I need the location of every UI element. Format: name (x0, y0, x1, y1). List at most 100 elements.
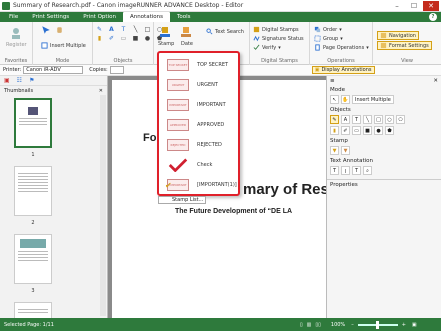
insert-multiple-button[interactable]: Insert Multiple (41, 42, 86, 49)
rectangle-tool-icon[interactable]: □ (374, 115, 383, 124)
eraser-tool-icon[interactable]: ▭ (352, 126, 361, 135)
hand-tool-icon[interactable]: ✋ (341, 95, 350, 104)
ellipse-tool-icon[interactable]: ○ (385, 115, 394, 124)
filled-ellipse-icon[interactable]: ● (144, 35, 151, 42)
thumbnails-icon[interactable]: ▣ (4, 77, 10, 84)
filled-ellipse-tool-icon[interactable]: ● (374, 126, 383, 135)
text-icon[interactable]: T (120, 26, 127, 33)
zoom-slider-handle[interactable] (375, 320, 379, 329)
stamp-item-rejected[interactable]: REJECTED REJECTED (161, 135, 238, 155)
order-button[interactable]: Order ▾ (314, 26, 342, 33)
stamp-item-urgent[interactable]: URGENT URGENT (161, 75, 238, 95)
filled-rect-tool-icon[interactable]: ■ (363, 126, 372, 135)
format-settings-icon (380, 42, 387, 49)
text-search-button[interactable]: Text Search (206, 28, 244, 35)
thumbnails-scrollbar[interactable] (100, 95, 106, 316)
text-annot-3-icon[interactable]: T (352, 166, 361, 175)
line-icon[interactable]: ╲ (132, 26, 139, 33)
text-annot-1-icon[interactable]: T (330, 166, 339, 175)
stamp-item-top-secret[interactable]: TOP SECRET TOP SECRET (161, 55, 238, 75)
date-button[interactable]: Date (180, 25, 194, 47)
maximize-button[interactable]: ☐ (406, 1, 422, 11)
page-number-1: 1 (31, 152, 35, 158)
close-button[interactable]: ✕ (423, 1, 439, 11)
marker-tool-icon[interactable]: ✐ (341, 126, 350, 135)
chevron-down-icon: ▾ (278, 44, 281, 51)
page-thumbnail-1[interactable] (14, 98, 52, 148)
zoom-slider[interactable] (357, 320, 398, 329)
stamp-item-check[interactable]: Check (161, 155, 238, 175)
pen-tool-icon[interactable]: ✎ (330, 115, 339, 124)
text-annot-2-icon[interactable]: ꞁ (341, 166, 350, 175)
tab-print-option[interactable]: Print Option (76, 12, 123, 22)
mode-hand-button[interactable] (55, 25, 66, 34)
text-box-icon[interactable]: A (108, 26, 115, 33)
insert-multiple-button[interactable]: Insert Multiple (352, 95, 394, 104)
comments-icon[interactable]: ☷ (17, 77, 22, 84)
stamp-button[interactable]: Stamp (158, 25, 174, 47)
tab-print-settings[interactable]: Print Settings (25, 12, 76, 22)
insert-multiple-icon (41, 42, 48, 49)
date-stamp-tool-icon[interactable]: ▼ (341, 146, 350, 155)
fit-page-icon[interactable]: ▣ (412, 322, 417, 328)
mode-select-button[interactable] (41, 25, 53, 35)
continuous-view-icon[interactable]: ▥ (307, 322, 312, 328)
chevron-down-icon: ▾ (339, 26, 342, 33)
panel-close-icon[interactable]: ✕ (99, 88, 103, 94)
rectangle-icon[interactable]: □ (144, 26, 151, 33)
register-button[interactable]: Register (6, 26, 27, 48)
text-tool-icon[interactable]: A (341, 115, 350, 124)
register-icon (12, 28, 21, 39)
navigation-button[interactable]: Navigation (377, 31, 419, 40)
copies-field[interactable] (109, 66, 124, 74)
minimize-button[interactable]: – (389, 1, 405, 11)
tab-tools[interactable]: Tools (170, 12, 198, 22)
polygon-tool-icon[interactable]: ⬠ (396, 115, 405, 124)
signature-status-button[interactable]: Signature Status (253, 35, 304, 42)
page-thumbnail-4[interactable] (14, 302, 52, 318)
stamp-item-approved[interactable]: APPROVED APPROVED (161, 115, 238, 135)
eraser-icon[interactable]: ▭ (120, 35, 127, 42)
single-page-view-icon[interactable]: ▯ (300, 322, 303, 328)
page-thumbnail-2[interactable] (14, 166, 52, 216)
panel-pin-icon[interactable]: ≡ (330, 78, 335, 84)
highlighter-icon[interactable]: ▮ (96, 35, 103, 42)
chevron-down-icon: ▾ (366, 44, 369, 51)
verify-button[interactable]: Verify ▾ (253, 44, 281, 51)
format-settings-button[interactable]: Format Settings (377, 41, 432, 50)
select-tool-icon[interactable]: ↖ (330, 95, 339, 104)
view-group: Navigation Format Settings View (373, 22, 441, 65)
text-annot-4-icon[interactable]: ⌕ (363, 166, 372, 175)
chevron-down-icon: ▾ (340, 35, 343, 42)
page-operations-button[interactable]: Page Operations ▾ (314, 44, 369, 51)
tab-annotations[interactable]: Annotations (122, 12, 170, 22)
selected-check-icon: ✔ (165, 180, 172, 190)
stamp-icon (160, 27, 171, 37)
mode-group: Insert Multiple Mode (33, 22, 93, 65)
marker-icon[interactable]: ✐ (108, 35, 115, 42)
zoom-in-icon[interactable]: + (402, 322, 406, 328)
tab-file[interactable]: File (2, 12, 25, 22)
page-thumbnail-3[interactable] (14, 234, 52, 284)
stamp-tool-icon[interactable]: ▼ (330, 146, 339, 155)
panel-close-icon[interactable]: ✕ (433, 78, 438, 84)
help-icon[interactable]: ? (429, 13, 437, 21)
highlighter-tool-icon[interactable]: ▮ (330, 126, 339, 135)
digital-stamps-button[interactable]: Digital Stamps (253, 26, 299, 33)
mode-section-title: Mode (330, 87, 345, 93)
display-annotations-toggle[interactable]: ▣ Display Annotations (311, 66, 375, 74)
bookmarks-icon[interactable]: ⚑ (29, 77, 34, 84)
zoom-out-icon[interactable]: – (351, 322, 354, 328)
filled-polygon-tool-icon[interactable]: ⬟ (385, 126, 394, 135)
stamp-item-important[interactable]: IMPORTANT IMPORTANT (161, 95, 238, 115)
pen-icon[interactable]: ✎ (96, 26, 103, 33)
line-tool-icon[interactable]: ╲ (363, 115, 372, 124)
stamp-list-button[interactable]: Stamp List... (158, 196, 206, 204)
stamp-item-important-1[interactable]: ✔ IMPORTANT [IMPORTANT(1)] (161, 175, 238, 195)
filled-rectangle-icon[interactable]: ■ (132, 35, 139, 42)
textbox-tool-icon[interactable]: T (352, 115, 361, 124)
verify-icon (253, 44, 260, 50)
two-page-view-icon[interactable]: ▯▯ (315, 322, 321, 328)
printer-select[interactable]: Canon iR-ADV (23, 66, 84, 74)
group-button[interactable]: Group ▾ (314, 35, 343, 42)
